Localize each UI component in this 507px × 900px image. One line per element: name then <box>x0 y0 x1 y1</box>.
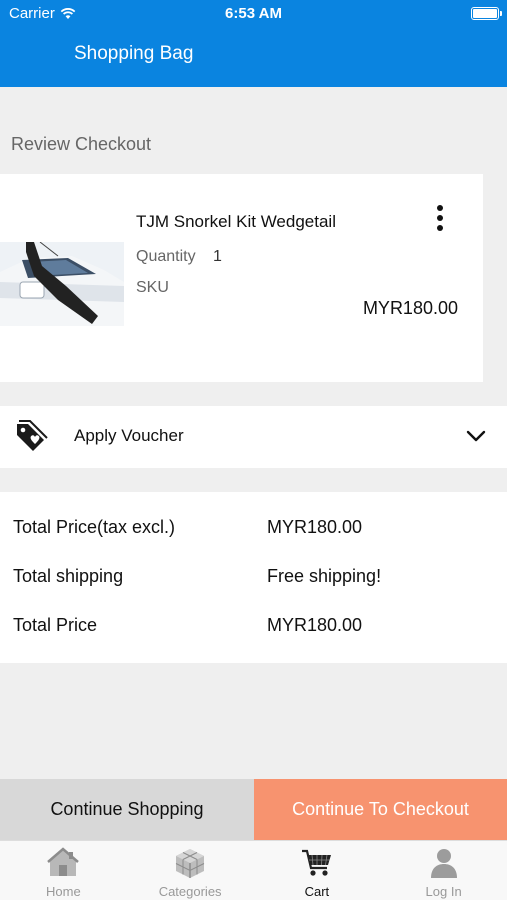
page-title: Shopping Bag <box>74 43 194 64</box>
continue-shopping-button[interactable]: Continue Shopping <box>0 779 254 840</box>
tab-cart-label: Cart <box>304 884 330 899</box>
quantity-value: 1 <box>213 248 222 265</box>
app-header: Carrier 6:53 AM Shopping Bag <box>0 0 507 87</box>
tab-home-label: Home <box>46 884 81 899</box>
subtotal-value: MYR180.00 <box>267 517 363 537</box>
more-dot <box>437 225 443 231</box>
cart-item-card: TJM Snorkel Kit Wedgetail Quantity 1 SKU… <box>0 174 483 382</box>
tab-categories[interactable]: Categories <box>127 841 254 900</box>
chevron-down-icon[interactable] <box>466 428 486 444</box>
home-icon <box>47 847 80 876</box>
shipping-value: Free shipping! <box>267 566 382 586</box>
bottom-tab-bar: Home Categories Cart Log In <box>0 840 507 900</box>
quantity-label: Quantity <box>136 248 196 265</box>
product-image[interactable] <box>0 242 124 326</box>
apply-voucher-row[interactable]: Apply Voucher <box>0 406 507 468</box>
apply-voucher-label: Apply Voucher <box>74 426 184 445</box>
shipping-label: Total shipping <box>13 566 124 586</box>
sku-label: SKU <box>136 279 169 296</box>
more-dot <box>437 215 443 221</box>
product-name: TJM Snorkel Kit Wedgetail <box>136 212 336 231</box>
more-options-icon[interactable] <box>428 202 452 234</box>
tab-login-label: Log In <box>425 884 462 899</box>
tab-cart[interactable]: Cart <box>254 841 381 900</box>
tab-home[interactable]: Home <box>0 841 127 900</box>
continue-to-checkout-button[interactable]: Continue To Checkout <box>254 779 507 840</box>
status-bar: Carrier 6:53 AM <box>0 0 507 28</box>
more-dot <box>437 205 443 211</box>
categories-icon <box>175 849 205 878</box>
user-icon <box>430 849 457 878</box>
order-totals: Total Price(tax excl.) MYR180.00 Total s… <box>0 492 507 663</box>
shopping-bag-screen: Carrier 6:53 AM Shopping Bag Review Chec… <box>0 0 507 900</box>
product-price: MYR180.00 <box>362 298 458 318</box>
status-time: 6:53 AM <box>225 5 282 22</box>
battery-icon <box>471 7 502 20</box>
voucher-tag-icon <box>17 420 48 451</box>
subtotal-label: Total Price(tax excl.) <box>13 517 176 537</box>
tab-categories-label: Categories <box>158 884 222 899</box>
total-price-label: Total Price <box>13 615 98 635</box>
cart-icon <box>301 849 331 876</box>
tab-login[interactable]: Log In <box>380 841 507 900</box>
review-checkout-heading: Review Checkout <box>11 134 152 154</box>
total-price-value: MYR180.00 <box>267 615 363 635</box>
